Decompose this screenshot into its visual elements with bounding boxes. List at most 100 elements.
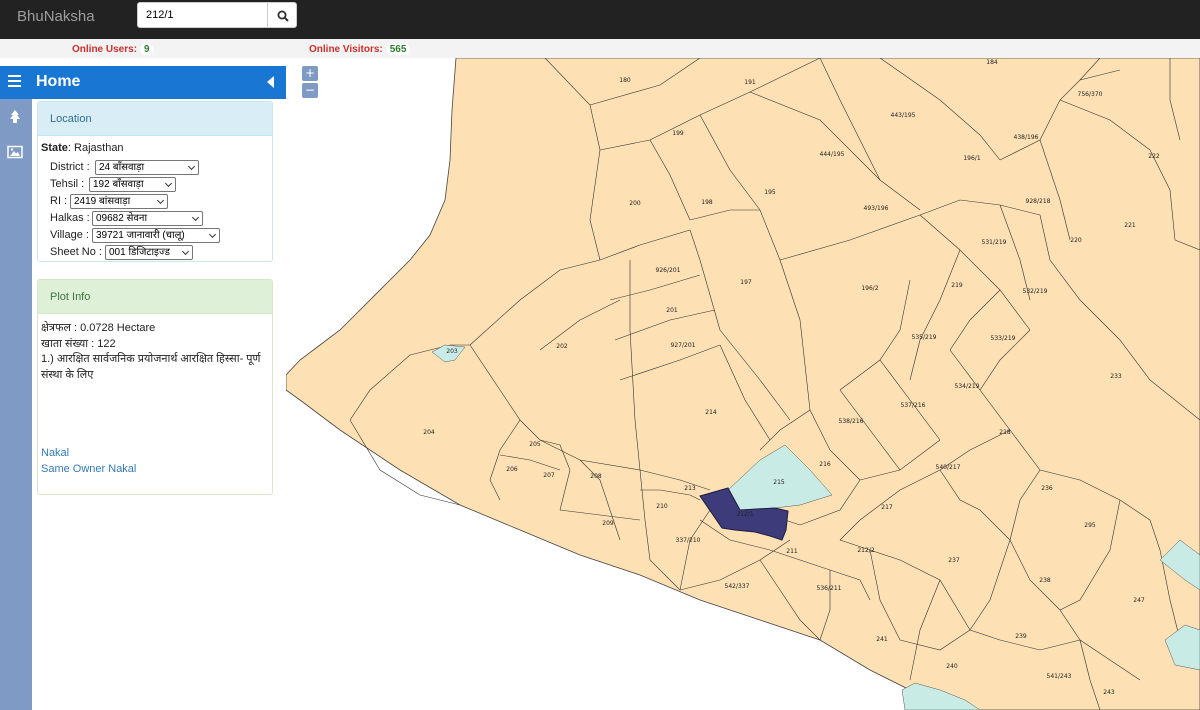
- plot-label: 212/2: [857, 547, 874, 554]
- district-select[interactable]: 24 बाँसवाड़ा: [95, 160, 199, 175]
- plot-label: 444/195: [820, 151, 845, 158]
- tehsil-select[interactable]: 192 बाँसवाड़ा: [89, 177, 176, 192]
- plot-khata: खाता संख्या : 122: [41, 338, 116, 350]
- plot-label: 237: [948, 557, 960, 564]
- zoom-out-button[interactable]: −: [302, 83, 318, 98]
- same-owner-nakal-link[interactable]: Same Owner Nakal: [41, 463, 136, 475]
- online-users-count: 9: [140, 44, 154, 55]
- plot-label: 204: [423, 429, 435, 436]
- plot-note-line1: 1.) आरक्षित सार्वजनिक प्रयोजनार्थ आरक्षि…: [41, 353, 261, 365]
- plot-label: 218: [999, 429, 1011, 436]
- tehsil-label: Tehsil :: [50, 178, 85, 190]
- search-icon: [277, 10, 289, 22]
- online-visitors: Online Visitors: 565: [309, 44, 411, 55]
- plot-label: 220: [1070, 237, 1082, 244]
- plot-label: 207: [543, 472, 555, 479]
- nakal-link[interactable]: Nakal: [41, 447, 69, 459]
- halkas-select[interactable]: 09682 सेवना: [92, 211, 203, 226]
- plot-label: 217: [881, 504, 893, 511]
- plot-label: 438/196: [1014, 134, 1039, 141]
- plot-label: 540/217: [936, 464, 961, 471]
- plot-label: 196/1: [963, 155, 980, 162]
- plot-label: 241: [876, 636, 888, 643]
- plot-label: 233: [1110, 373, 1122, 380]
- brand-title[interactable]: BhuNaksha: [17, 8, 95, 25]
- plot-label: 215: [773, 479, 785, 486]
- plot-label: 203: [446, 348, 458, 355]
- location-card: Location State: Rajasthan District : 24 …: [37, 101, 273, 262]
- parcel-area[interactable]: [286, 58, 1200, 710]
- image-icon[interactable]: [7, 145, 23, 159]
- search-input[interactable]: [137, 2, 268, 28]
- plot-label: 443/195: [891, 112, 916, 119]
- home-title: Home: [36, 73, 81, 90]
- plot-label: 184: [986, 59, 998, 66]
- plot-label: 337/210: [676, 537, 701, 544]
- plot-label: 240: [946, 663, 958, 670]
- plot-label: 295: [1084, 522, 1096, 529]
- state-value: : Rajasthan: [67, 142, 124, 154]
- plot-label: 180: [619, 77, 631, 84]
- plot-label: 236: [1041, 485, 1053, 492]
- sheet-label: Sheet No :: [50, 246, 102, 258]
- plot-label: 926/201: [656, 267, 681, 274]
- plot-label: 927/201: [671, 342, 696, 349]
- plot-label: 209: [602, 520, 614, 527]
- plot-label: 212/1: [736, 511, 753, 518]
- plot-label: 534/219: [955, 383, 980, 390]
- search-box: [137, 2, 297, 28]
- plot-label: 221: [1124, 222, 1136, 229]
- ri-label: RI :: [50, 195, 68, 207]
- plot-label: 535/219: [912, 334, 937, 341]
- plot-label: 541/243: [1047, 673, 1072, 680]
- plot-label: 247: [1133, 597, 1145, 604]
- home-header: Home: [0, 66, 286, 99]
- plot-label: 538/216: [839, 418, 864, 425]
- plot-label: 531/219: [982, 239, 1007, 246]
- halkas-label: Halkas :: [50, 212, 90, 224]
- village-select[interactable]: 39721 जानावारी (चालू): [92, 228, 220, 243]
- ri-select[interactable]: 2419 बांसवाड़ा: [70, 194, 168, 209]
- plot-label: 205: [529, 441, 541, 448]
- plot-label: 542/337: [725, 583, 750, 590]
- online-users-label: Online Users:: [72, 44, 138, 55]
- plot-label: 198: [701, 199, 713, 206]
- plot-label: 536/211: [817, 585, 842, 592]
- plot-note-line2: संस्था के लिए: [41, 369, 94, 381]
- parcel-map-canvas[interactable]: 180 191 184 756/370 443/195 438/196 222 199 444/…: [286, 58, 1200, 710]
- state-label: State: [41, 142, 68, 154]
- plot-label: 197: [740, 279, 752, 286]
- plot-label: 210: [656, 503, 668, 510]
- zoom-in-button[interactable]: +: [302, 66, 318, 81]
- plot-label: 219: [951, 282, 963, 289]
- plot-info-card: Plot Info क्षेत्रफल : 0.0728 Hectare खात…: [37, 279, 273, 495]
- district-label: District :: [50, 161, 90, 173]
- plot-label: 213: [684, 485, 696, 492]
- plot-label: 216: [819, 461, 831, 468]
- plot-label: 533/219: [991, 335, 1016, 342]
- plot-label: 238: [1039, 577, 1051, 584]
- plot-label: 532/219: [1023, 288, 1048, 295]
- village-label: Village :: [50, 229, 89, 241]
- search-button[interactable]: [267, 2, 297, 28]
- plot-label: 201: [666, 307, 678, 314]
- plot-area: क्षेत्रफल : 0.0728 Hectare: [41, 322, 156, 334]
- plot-label: 200: [629, 200, 641, 207]
- plot-label: 928/218: [1026, 198, 1051, 205]
- plot-label: 202: [556, 343, 568, 350]
- plot-label: 199: [672, 130, 684, 137]
- plot-label: 243: [1103, 689, 1115, 696]
- side-panel: Location State: Rajasthan District : 24 …: [32, 99, 286, 710]
- collapse-arrow-icon[interactable]: [267, 76, 274, 88]
- plot-label: 206: [506, 466, 518, 473]
- online-stats-bar: Online Users: 9 Online Visitors: 565: [0, 39, 1200, 58]
- cadastral-map[interactable]: 180 191 184 756/370 443/195 438/196 222 199 444/…: [286, 58, 1200, 710]
- plot-label: 537/216: [901, 402, 926, 409]
- sheet-select[interactable]: 001 डिजिटाइज्ड: [105, 245, 193, 260]
- tree-icon[interactable]: [7, 110, 23, 124]
- plot-label: 214: [705, 409, 717, 416]
- online-visitors-count: 565: [385, 44, 411, 55]
- plot-info-heading: Plot Info: [38, 280, 272, 314]
- hamburger-menu-icon[interactable]: [8, 75, 21, 88]
- left-icon-rail: [0, 66, 32, 710]
